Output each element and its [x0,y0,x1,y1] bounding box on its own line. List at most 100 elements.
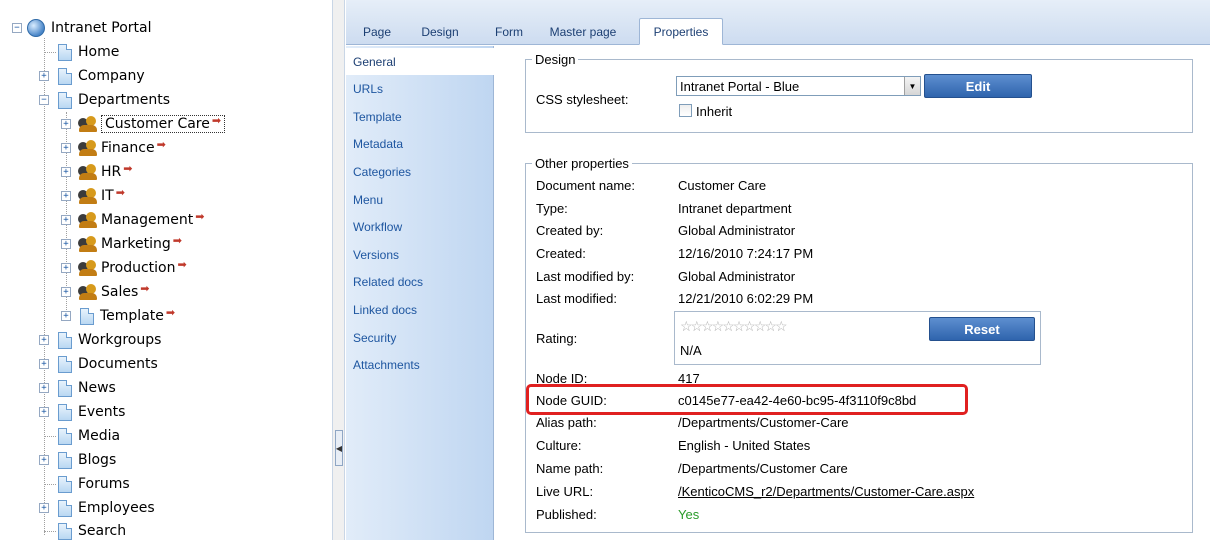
created-by-value: Global Administrator [678,223,796,238]
expand-icon[interactable]: + [61,287,71,297]
tree-item-documents[interactable]: Documents [58,352,158,376]
tree-item-blogs[interactable]: Blogs [58,448,116,472]
tree-item-forums[interactable]: Forums [58,472,130,496]
tree-item-events[interactable]: Events [58,400,125,424]
properties-menu: General URLs Template Metadata Categorie… [346,46,495,540]
menu-item-security[interactable]: Security [346,324,494,351]
expand-icon[interactable]: + [61,311,71,321]
document-icon [80,307,94,325]
rating-value: N/A [680,343,702,358]
tree-root[interactable]: − Intranet Portal [12,16,151,40]
tree-item-it[interactable]: IT ➡ [78,184,125,208]
tree-item-employees[interactable]: Employees [58,496,155,520]
menu-item-workflow[interactable]: Workflow [346,213,494,240]
tree-item-search[interactable]: Search [58,519,126,540]
tree-item-company[interactable]: Company [58,64,145,88]
dropdown-arrow-icon[interactable]: ▼ [904,77,920,95]
tree-item-label: HR [101,164,122,180]
expand-icon[interactable]: + [39,503,49,513]
linked-arrow-icon: ➡ [140,281,150,295]
tree-root-label: Intranet Portal [51,20,152,36]
tree-item-label: IT [101,188,114,204]
tree-item-management[interactable]: Management ➡ [78,208,204,232]
tree-item-label: Blogs [78,452,117,468]
collapse-icon[interactable]: − [39,95,49,105]
expand-icon[interactable]: + [61,191,71,201]
expand-icon[interactable]: + [39,407,49,417]
menu-item-versions[interactable]: Versions [346,241,494,268]
tab-form[interactable]: Form [490,18,528,45]
rating-stars[interactable]: ☆☆☆☆☆☆☆☆☆☆ [680,318,788,335]
menu-item-template[interactable]: Template [346,103,494,130]
expand-icon[interactable]: + [61,119,71,129]
panel-splitter[interactable]: ◀ [333,0,345,540]
linked-arrow-icon: ➡ [195,209,205,223]
tree-item-workgroups[interactable]: Workgroups [58,328,161,352]
expand-icon[interactable]: + [61,215,71,225]
expand-icon[interactable]: + [39,335,49,345]
tab-design[interactable]: Design [416,18,464,45]
tree-item-label: Employees [78,500,155,516]
tree-item-marketing[interactable]: Marketing ➡ [78,232,182,256]
menu-item-metadata[interactable]: Metadata [346,130,494,157]
css-stylesheet-select[interactable]: Intranet Portal - Blue ▼ [676,76,921,96]
expand-icon[interactable]: + [39,71,49,81]
menu-item-attachments[interactable]: Attachments [346,351,494,378]
group-icon [78,236,98,252]
tab-master-page[interactable]: Master page [538,18,628,45]
expand-icon[interactable]: + [61,167,71,177]
expand-icon[interactable]: + [39,455,49,465]
expand-icon[interactable]: + [61,239,71,249]
node-guid-value: c0145e77-ea42-4e60-bc95-4f3110f9c8bd [678,393,917,408]
tree-item-hr[interactable]: HR ➡ [78,160,132,184]
tree-item-production[interactable]: Production ➡ [78,256,187,280]
tree-item-label: Finance [101,140,155,156]
document-icon [58,331,72,349]
group-icon [78,284,98,300]
menu-item-categories[interactable]: Categories [346,158,494,185]
document-icon [58,403,72,421]
live-url-link[interactable]: /KenticoCMS_r2/Departments/Customer-Care… [678,484,974,499]
css-stylesheet-label: CSS stylesheet: [536,92,629,107]
tree-item-customer-care[interactable]: Customer Care ➡ [78,112,226,136]
menu-item-related-docs[interactable]: Related docs [346,268,494,295]
document-icon [58,379,72,397]
tree-item-sales[interactable]: Sales ➡ [78,280,149,304]
tree-item-news[interactable]: News [58,376,116,400]
tree-item-departments[interactable]: Departments [58,88,170,112]
menu-item-menu[interactable]: Menu [346,186,494,213]
properties-content: Design CSS stylesheet: Intranet Portal -… [495,46,1210,540]
last-modified-by-value: Global Administrator [678,269,796,284]
tree-item-template[interactable]: Template ➡ [80,304,175,328]
expand-icon[interactable]: + [39,383,49,393]
menu-item-general[interactable]: General [346,48,495,75]
expand-icon[interactable]: + [39,359,49,369]
group-icon [78,212,98,228]
tab-page[interactable]: Page [352,18,402,45]
expand-icon[interactable]: + [61,143,71,153]
alias-path-label: Alias path: [536,415,597,430]
reset-rating-button[interactable]: Reset [929,317,1035,341]
linked-arrow-icon: ➡ [123,161,133,175]
inherit-checkbox[interactable] [679,104,692,117]
menu-item-linked-docs[interactable]: Linked docs [346,296,494,323]
linked-arrow-icon: ➡ [211,114,222,127]
menu-item-urls[interactable]: URLs [346,75,494,102]
tree-item-home[interactable]: Home [58,40,119,64]
collapse-icon[interactable]: − [12,23,22,33]
document-icon [58,522,72,540]
tree-item-media[interactable]: Media [58,424,120,448]
edit-button[interactable]: Edit [924,74,1032,98]
globe-icon [27,19,45,37]
tree-item-label: News [78,380,116,396]
expand-icon[interactable]: + [61,263,71,273]
group-icon [78,164,98,180]
last-modified-label: Last modified: [536,291,617,306]
document-icon [58,91,72,109]
tree-item-finance[interactable]: Finance ➡ [78,136,166,160]
collapse-panel-icon[interactable]: ◀ [335,430,343,466]
live-url-label: Live URL: [536,484,594,499]
tab-properties[interactable]: Properties [639,18,723,45]
published-label: Published: [536,507,597,522]
tree-item-label: Forums [78,476,130,492]
